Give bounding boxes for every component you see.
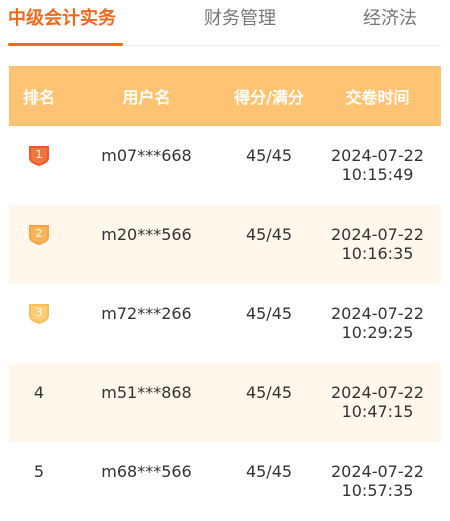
submit-date: 2024-07-22 <box>331 383 424 402</box>
tab-economic-law[interactable]: 经济法 <box>363 9 417 29</box>
username-cell: m51***868 <box>101 383 192 402</box>
submit-clock: 10:29:25 <box>341 323 414 342</box>
ranking-table: 排名 用户名 得分/满分 交卷时间 1 m07***668 45/45 2024… <box>9 66 441 521</box>
table-row: 2 m20***566 45/45 2024-07-22 10:16:35 <box>9 205 441 284</box>
rank-cell: 2 <box>9 225 69 250</box>
rank-cell: 1 <box>9 146 69 171</box>
submit-time-cell: 2024-07-22 10:15:49 <box>314 146 441 184</box>
score-cell: 45/45 <box>245 146 293 165</box>
username-cell: m72***266 <box>101 304 192 323</box>
rank-cell: 3 <box>9 304 69 329</box>
submit-clock: 10:57:35 <box>341 481 414 500</box>
submit-date: 2024-07-22 <box>331 462 424 481</box>
submit-clock: 10:47:15 <box>341 402 414 421</box>
header-rank: 排名 <box>22 88 55 107</box>
tab-intermediate-accounting[interactable]: 中级会计实务 <box>8 9 116 29</box>
ranking-table-header: 排名 用户名 得分/满分 交卷时间 <box>9 66 441 126</box>
tab-financial-management[interactable]: 财务管理 <box>204 9 276 29</box>
score-cell: 45/45 <box>245 383 293 402</box>
medal-1-icon: 1 <box>28 145 50 167</box>
active-tab-indicator <box>8 43 123 46</box>
subject-tab-bar: 中级会计实务 财务管理 经济法 <box>0 0 441 46</box>
submit-clock: 10:15:49 <box>341 165 414 184</box>
score-cell: 45/45 <box>245 225 293 244</box>
username-cell: m07***668 <box>101 146 192 165</box>
table-row: 5 m68***566 45/45 2024-07-22 10:57:35 <box>9 442 441 521</box>
submit-time-cell: 2024-07-22 10:57:35 <box>314 462 441 500</box>
header-username: 用户名 <box>122 88 171 107</box>
submit-date: 2024-07-22 <box>331 225 424 244</box>
header-submit-time: 交卷时间 <box>345 88 410 107</box>
submit-date: 2024-07-22 <box>331 146 424 165</box>
submit-time-cell: 2024-07-22 10:16:35 <box>314 225 441 263</box>
header-score: 得分/满分 <box>234 88 304 107</box>
rank-cell: 5 <box>33 462 45 481</box>
username-cell: m68***566 <box>101 462 192 481</box>
username-cell: m20***566 <box>101 225 192 244</box>
medal-2-icon: 2 <box>28 224 50 246</box>
rank-cell: 4 <box>33 383 45 402</box>
table-row: 4 m51***868 45/45 2024-07-22 10:47:15 <box>9 363 441 442</box>
submit-date: 2024-07-22 <box>331 304 424 323</box>
score-cell: 45/45 <box>245 462 293 481</box>
submit-clock: 10:16:35 <box>341 244 414 263</box>
submit-time-cell: 2024-07-22 10:29:25 <box>314 304 441 342</box>
medal-3-icon: 3 <box>28 303 50 325</box>
table-row: 3 m72***266 45/45 2024-07-22 10:29:25 <box>9 284 441 363</box>
submit-time-cell: 2024-07-22 10:47:15 <box>314 383 441 421</box>
table-row: 1 m07***668 45/45 2024-07-22 10:15:49 <box>9 126 441 205</box>
score-cell: 45/45 <box>245 304 293 323</box>
